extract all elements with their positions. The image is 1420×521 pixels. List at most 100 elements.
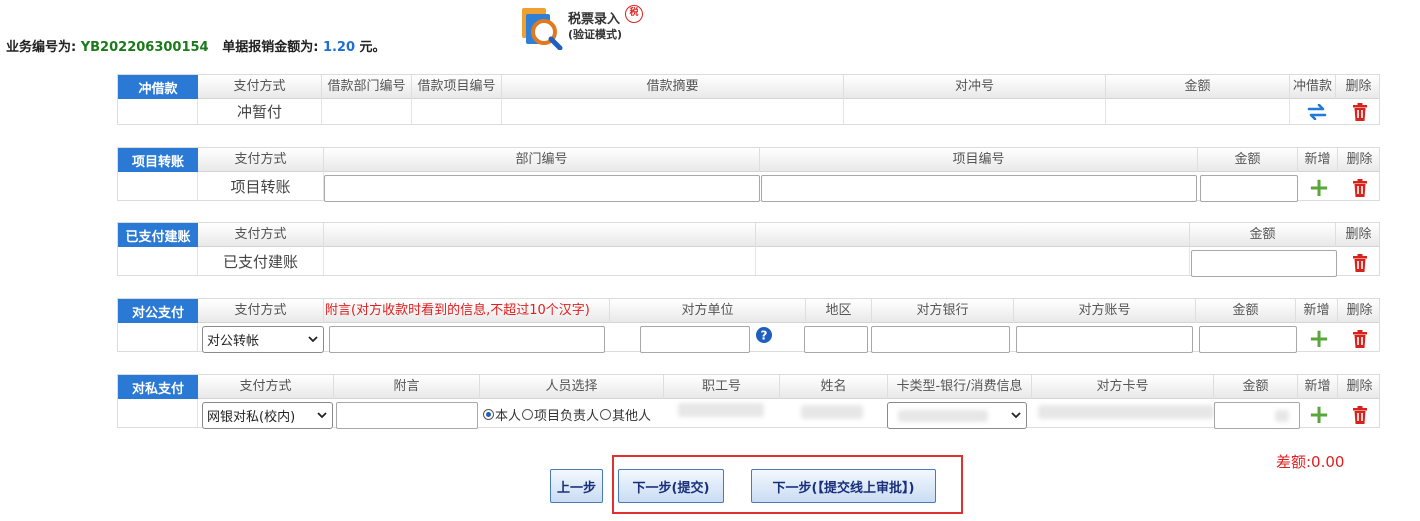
radio-other[interactable] (600, 409, 612, 420)
staff-no-redacted (678, 403, 764, 417)
col-payment-method: 支付方式 (198, 375, 334, 399)
prev-step-button[interactable]: 上一步 (550, 469, 603, 503)
name-redacted (801, 405, 863, 419)
private-payment-row: 网银对私(校内) 本人 项目负责人 其他人 + (118, 399, 1379, 429)
trash-icon[interactable] (1348, 405, 1372, 425)
trash-icon[interactable] (1348, 178, 1372, 198)
corporate-payment-label: 对公支付 (118, 299, 198, 323)
paid-method-cell: 已支付建账 (198, 247, 324, 275)
amount-input[interactable] (1214, 402, 1300, 429)
col-delete: 删除 (1346, 379, 1373, 394)
col-add: 新增 (1298, 148, 1338, 172)
loan-offset-row: 冲暂付 (118, 99, 1379, 124)
radio-self[interactable] (483, 409, 494, 420)
col-counterparty: 对方单位 (610, 299, 806, 323)
col-card-type: 卡类型-银行/消费信息 (888, 375, 1032, 399)
amount-input[interactable] (1199, 326, 1297, 353)
svg-text:?: ? (761, 329, 768, 343)
col-account-no: 对方账号 (1014, 299, 1196, 323)
col-add: 新增 (1296, 299, 1338, 323)
project-transfer-header: 支付方式 部门编号 项目编号 金额 新增 删除 (198, 148, 1379, 172)
paid-account-row: 已支付建账 (118, 247, 1379, 277)
business-info: 业务编号为: YB202206300154 单据报销金额为: 1.20 元。 (6, 36, 386, 55)
add-icon[interactable]: + (1304, 326, 1334, 352)
radio-project-leader[interactable] (522, 409, 534, 420)
chevron-down-icon (308, 336, 318, 343)
col-amount: 金额 (1106, 75, 1290, 99)
project-transfer-label: 项目转账 (118, 148, 198, 172)
bank-input[interactable] (871, 326, 1010, 353)
card-type-select[interactable] (887, 402, 1027, 429)
col-amount: 金额 (1214, 375, 1298, 399)
difference-text: 差额:0.00 (1276, 453, 1345, 471)
trash-icon[interactable] (1348, 329, 1372, 349)
paid-account-label: 已支付建账 (118, 223, 198, 247)
chevron-down-icon (317, 412, 327, 419)
biz-no-label: 业务编号为: (6, 40, 77, 55)
remark-input[interactable] (336, 402, 478, 429)
col-payment-method: 支付方式 (198, 75, 322, 99)
tax-stamp-icon: 税 (625, 5, 643, 23)
loan-offset-header: 支付方式 借款部门编号 借款项目编号 借款摘要 对冲号 金额 冲借款 删除 (198, 75, 1379, 99)
col-delete: 删除 (1346, 152, 1373, 167)
person-select-radios: 本人 项目负责人 其他人 (482, 405, 651, 424)
payment-method-select[interactable]: 网银对私(校内) (202, 402, 333, 429)
col-delete: 删除 (1345, 227, 1372, 242)
biz-no: YB202206300154 (80, 40, 209, 55)
col-loan-dept-no: 借款部门编号 (322, 75, 412, 99)
col-project-no: 项目编号 (760, 148, 1198, 172)
col-delete: 删除 (1345, 79, 1372, 94)
tax-entry-icon[interactable] (518, 6, 564, 51)
amount-value: 1.20 (322, 40, 356, 55)
col-add: 新增 (1298, 375, 1338, 399)
swap-arrows-icon[interactable] (1302, 103, 1332, 121)
col-payment-method: 支付方式 (198, 299, 324, 323)
region-input[interactable] (804, 326, 868, 353)
paid-account-section: 已支付建账 支付方式 金额 删除 已支付建账 (117, 222, 1380, 277)
col-loan-summary: 借款摘要 (502, 75, 844, 99)
col-person-select: 人员选择 (480, 375, 664, 399)
private-payment-header: 支付方式 附言 人员选择 职工号 姓名 卡类型-银行/消费信息 对方卡号 金额 … (198, 375, 1379, 399)
add-icon[interactable]: + (1304, 402, 1334, 428)
col-payment-method: 支付方式 (198, 148, 324, 172)
account-no-input[interactable] (1016, 326, 1193, 353)
add-icon[interactable]: + (1304, 175, 1334, 201)
loan-offset-label: 冲借款 (118, 75, 198, 99)
card-no-redacted (1038, 405, 1214, 419)
col-loan-project-no: 借款项目编号 (412, 75, 502, 99)
radio-self-label: 本人 (495, 409, 522, 424)
paid-account-header: 支付方式 金额 删除 (198, 223, 1379, 247)
chevron-down-icon (1011, 412, 1021, 419)
trash-icon[interactable] (1348, 102, 1372, 122)
col-offset-loan: 冲借款 (1290, 75, 1336, 99)
col-card-no: 对方卡号 (1032, 375, 1214, 399)
col-bank: 对方银行 (872, 299, 1014, 323)
counterparty-input[interactable] (640, 326, 750, 353)
col-offset-no: 对冲号 (844, 75, 1106, 99)
next-submit-button[interactable]: 下一步(提交) (618, 469, 724, 503)
col-payment-method: 支付方式 (198, 223, 324, 247)
radio-project-leader-label: 项目负责人 (534, 409, 600, 424)
remark-input[interactable] (329, 326, 605, 353)
private-payment-label: 对私支付 (118, 375, 198, 399)
col-region: 地区 (806, 299, 872, 323)
tax-entry-title[interactable]: 税票录入 (568, 8, 620, 27)
col-remark: 附言 (334, 375, 480, 399)
amount-input[interactable] (1200, 175, 1298, 202)
amount-input[interactable] (1191, 250, 1337, 277)
payment-method-value: 网银对私(校内) (207, 410, 296, 425)
payment-method-value: 对公转帐 (207, 334, 260, 349)
card-type-redacted (898, 409, 988, 422)
corporate-payment-section: 对公支付 支付方式 附言(对方收款时看到的信息,不超过10个汉字) 对方单位 地… (117, 298, 1380, 353)
corporate-payment-row: 对公转帐 ? + (118, 323, 1379, 353)
help-icon[interactable]: ? (754, 325, 774, 345)
col-amount: 金额 (1196, 299, 1296, 323)
private-payment-section: 对私支付 支付方式 附言 人员选择 职工号 姓名 卡类型-银行/消费信息 对方卡… (117, 374, 1380, 429)
amount-label: 单据报销金额为: (222, 40, 319, 55)
next-online-approval-button[interactable]: 下一步(【提交线上审批】) (751, 469, 936, 503)
col-amount: 金额 (1190, 223, 1336, 247)
trash-icon[interactable] (1348, 253, 1372, 273)
dept-no-input[interactable] (324, 175, 760, 202)
payment-method-select[interactable]: 对公转帐 (202, 326, 324, 353)
project-no-input[interactable] (761, 175, 1197, 202)
